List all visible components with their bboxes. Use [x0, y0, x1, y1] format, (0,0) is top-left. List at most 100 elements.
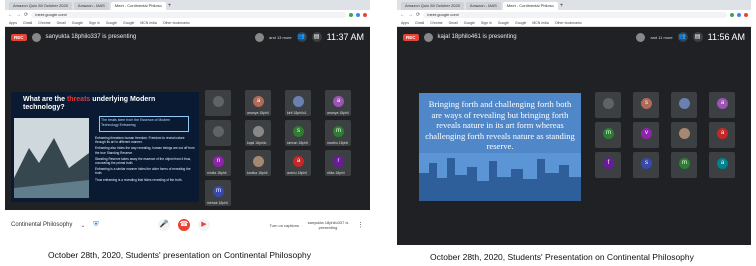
slide-bullet: Thus enframing is a revealing that hides…	[95, 177, 183, 182]
browser-tab[interactable]: Amazon - MAS	[465, 2, 501, 10]
browser-tab[interactable]: Amazon - MAS	[73, 2, 109, 10]
bookmark-item[interactable]: Sign in	[89, 21, 100, 25]
presenting-button[interactable]: sanyukta 18philo337 is presenting	[307, 220, 349, 230]
profile-icon[interactable]	[363, 12, 367, 17]
avatar: a	[717, 98, 728, 109]
participant-tile[interactable]: a	[709, 122, 735, 148]
participant-tile[interactable]: m	[671, 152, 697, 178]
url-input[interactable]: meet.google.com/	[423, 11, 727, 18]
chat-icon[interactable]: ▤	[692, 32, 703, 42]
bookmark-item[interactable]: Google	[106, 21, 117, 25]
avatar: s	[641, 158, 652, 169]
participant-tile[interactable]: kanika 18phil	[245, 150, 271, 176]
bookmark-item[interactable]: Gmail	[449, 21, 458, 25]
participant-tile[interactable]: a	[709, 152, 735, 178]
participant-tile[interactable]: a anshu 18phil	[285, 150, 311, 176]
browser-tab[interactable]: Amazon Quiz 28 October 2020	[401, 2, 464, 10]
extension-icon[interactable]	[349, 12, 353, 17]
bookmarks-bar: Apps Gmail Chrome Gmail Google Sign in G…	[397, 19, 751, 27]
chat-icon[interactable]: ▤	[311, 32, 322, 42]
camera-off-button[interactable]: ▶	[198, 219, 210, 231]
bookmark-item[interactable]: Google	[498, 21, 509, 25]
participant-tile[interactable]: m mehak 18phil	[205, 180, 231, 206]
participant-tile[interactable]: f	[595, 152, 621, 178]
slide-bullet: Enframing also hides the way revealing, …	[95, 146, 195, 155]
back-icon[interactable]: ←	[8, 12, 13, 18]
bookmark-item[interactable]: Chrome	[430, 21, 442, 25]
captions-button[interactable]: Turn on captions	[269, 223, 299, 228]
mic-off-button[interactable]: 🎤	[158, 219, 170, 231]
participant-tile[interactable]: n nimila 18phil	[205, 150, 231, 176]
bookmark-item[interactable]: Other bookmarks	[163, 21, 190, 25]
bookmark-item[interactable]: Apps	[401, 21, 409, 25]
reload-icon[interactable]: ⟳	[24, 12, 28, 18]
participant-tile[interactable]: kirti 18philo1	[285, 90, 311, 116]
bookmark-item[interactable]: Gmail	[23, 21, 32, 25]
bookmark-item[interactable]: Google	[123, 21, 134, 25]
profile-icon[interactable]	[744, 12, 748, 17]
browser-tab[interactable]: Amazon Quiz 28 October 2020	[9, 2, 72, 10]
participant-tile[interactable]	[671, 122, 697, 148]
participant-tile[interactable]: s simran 18phil	[285, 120, 311, 146]
meeting-name: Continental Philosophy	[11, 222, 73, 228]
participant-name: ananya 18phil	[327, 111, 349, 115]
extension-icon[interactable]	[730, 12, 734, 17]
avatar: v	[641, 128, 652, 139]
bookmark-item[interactable]: Chrome	[38, 21, 50, 25]
participant-tile[interactable]: r ritika 18phil	[325, 150, 351, 176]
others-count: and 11 more	[650, 34, 673, 40]
url-input[interactable]: meet.google.com/	[31, 11, 346, 18]
browser-tab-active[interactable]: Meet - Continental Philoso	[502, 2, 558, 10]
bookmark-item[interactable]: Gmail	[415, 21, 424, 25]
avatar	[213, 126, 224, 137]
end-call-button[interactable]: ☎	[178, 219, 190, 231]
bookmark-item[interactable]: Sign in	[481, 21, 492, 25]
participant-tile[interactable]: s	[633, 92, 659, 118]
forward-icon[interactable]: →	[408, 12, 413, 18]
bookmark-item[interactable]: Google	[464, 21, 475, 25]
participant-name: nimila 18phil	[207, 171, 227, 175]
bookmark-item[interactable]: Other bookmarks	[555, 21, 582, 25]
new-tab-icon[interactable]: +	[560, 2, 564, 10]
more-options-icon[interactable]: ⋮	[357, 221, 364, 229]
back-icon[interactable]: ←	[400, 12, 405, 18]
participant-tile[interactable]: kajal 18philo	[245, 120, 271, 146]
slide-skyline-image	[419, 153, 581, 201]
people-icon[interactable]: 👥	[296, 32, 307, 42]
bookmark-item[interactable]: Apps	[9, 21, 17, 25]
participant-tile[interactable]	[205, 120, 231, 146]
browser-tab-bar: Amazon Quiz 28 October 2020 Amazon - MAS…	[5, 0, 370, 10]
extension-icon[interactable]	[356, 12, 360, 17]
extension-icon[interactable]	[737, 12, 741, 17]
participant-tile[interactable]	[595, 92, 621, 118]
people-icon[interactable]: 👥	[677, 32, 688, 42]
avatar: f	[603, 158, 614, 169]
participant-name: kirti 18philo1	[287, 111, 307, 115]
avatar: m	[679, 158, 690, 169]
bookmark-item[interactable]: MCN India	[532, 21, 549, 25]
participant-tile[interactable]: a ananya 18phil	[325, 90, 351, 116]
chevron-down-icon[interactable]: ⌄	[80, 222, 85, 229]
bookmark-item[interactable]: Google	[515, 21, 526, 25]
avatar	[253, 126, 264, 137]
participant-tile[interactable]: a	[709, 92, 735, 118]
forward-icon[interactable]: →	[16, 12, 21, 18]
participant-tile[interactable]	[205, 90, 231, 116]
new-tab-icon[interactable]: +	[168, 2, 172, 10]
participant-tile[interactable]	[671, 92, 697, 118]
participant-tile[interactable]: m madhu 18phil	[325, 120, 351, 146]
avatar: a	[717, 158, 728, 169]
reload-icon[interactable]: ⟳	[416, 12, 420, 18]
avatar	[636, 32, 646, 42]
bookmark-item[interactable]: Gmail	[57, 21, 66, 25]
participant-tile[interactable]: a ananya 18phil	[245, 90, 271, 116]
participant-tile[interactable]: v	[633, 122, 659, 148]
bookmark-item[interactable]: Google	[72, 21, 83, 25]
browser-tab-active[interactable]: Meet - Continental Philoso	[110, 2, 166, 10]
participant-tile[interactable]: s	[633, 152, 659, 178]
left-screenshot: Amazon Quiz 28 October 2020 Amazon - MAS…	[5, 0, 370, 240]
caption-left: October 28th, 2020, Students' presentati…	[48, 250, 311, 260]
bookmark-item[interactable]: MCN India	[140, 21, 157, 25]
participant-tile[interactable]: m	[595, 122, 621, 148]
avatar	[31, 32, 41, 42]
